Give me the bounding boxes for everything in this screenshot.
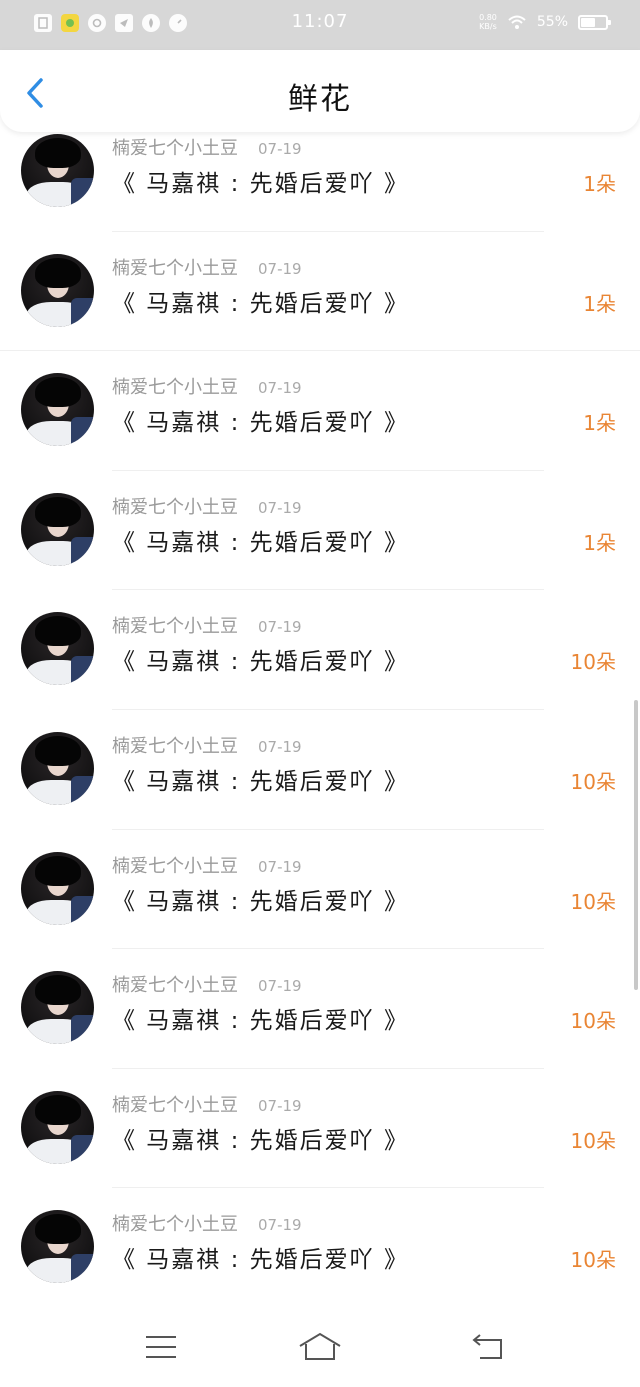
avatar[interactable] <box>21 492 94 566</box>
list-item[interactable]: 楠爱七个小土豆 07-19 《 马嘉祺 : 先婚后爱吖 》 10朵 <box>0 1069 640 1189</box>
username[interactable]: 楠爱七个小土豆 <box>112 1095 238 1116</box>
work-title[interactable]: 《 马嘉祺 : 先婚后爱吖 》 <box>112 1001 409 1035</box>
menu-icon <box>146 1336 176 1358</box>
list-item[interactable]: 楠爱七个小土豆 07-19 《 马嘉祺 : 先婚后爱吖 》 10朵 <box>0 590 640 710</box>
back-nav-button[interactable] <box>466 1329 510 1365</box>
battery-icon <box>578 14 611 30</box>
item-meta: 楠爱七个小土豆 07-19 <box>112 852 302 878</box>
wifi-icon <box>508 15 526 29</box>
item-meta: 楠爱七个小土豆 07-19 <box>112 612 302 638</box>
username[interactable]: 楠爱七个小土豆 <box>112 856 238 877</box>
avatar[interactable] <box>21 373 94 447</box>
work-title[interactable]: 《 马嘉祺 : 先婚后爱吖 》 <box>112 1121 409 1155</box>
flower-count: 10朵 <box>570 650 616 675</box>
scrollbar[interactable] <box>634 700 638 990</box>
flower-count: 10朵 <box>570 769 616 794</box>
username[interactable]: 楠爱七个小土豆 <box>112 138 238 159</box>
home-icon <box>299 1332 341 1360</box>
status-right: 0.80 KB/s 55% <box>479 13 611 31</box>
avatar[interactable] <box>21 971 94 1045</box>
flower-count: 1朵 <box>583 172 616 196</box>
list-item[interactable]: 楠爱七个小土豆 07-19 《 马嘉祺 : 先婚后爱吖 》 1朵 <box>0 351 640 471</box>
flower-count: 1朵 <box>583 411 616 436</box>
item-date: 07-19 <box>258 618 302 637</box>
username[interactable]: 楠爱七个小土豆 <box>112 975 238 996</box>
avatar[interactable] <box>21 1210 94 1284</box>
username[interactable]: 楠爱七个小土豆 <box>112 616 238 637</box>
system-nav-bar <box>0 1307 640 1387</box>
work-title[interactable]: 《 马嘉祺 : 先婚后爱吖 》 <box>112 523 409 557</box>
list-item[interactable]: 楠爱七个小土豆 07-19 《 马嘉祺 : 先婚后爱吖 》 1朵 <box>0 471 640 591</box>
username[interactable]: 楠爱七个小土豆 <box>112 258 238 279</box>
list-item[interactable]: 楠爱七个小土豆 07-19 《 马嘉祺 : 先婚后爱吖 》 1朵 <box>0 232 640 352</box>
avatar[interactable] <box>21 612 94 686</box>
avatar[interactable] <box>21 1090 94 1164</box>
battery-percent: 55% <box>536 14 568 30</box>
home-button[interactable] <box>298 1329 342 1365</box>
avatar[interactable] <box>21 134 94 207</box>
item-meta: 楠爱七个小土豆 07-19 <box>112 493 302 519</box>
list-item[interactable]: 楠爱七个小土豆 07-19 《 马嘉祺 : 先婚后爱吖 》 10朵 <box>0 1188 640 1308</box>
item-meta: 楠爱七个小土豆 07-19 <box>112 254 302 280</box>
item-meta: 楠爱七个小土豆 07-19 <box>112 732 302 758</box>
net-speed-value: 0.80 <box>479 13 497 22</box>
flower-count: 1朵 <box>583 530 616 555</box>
item-date: 07-19 <box>258 977 302 996</box>
back-arrow-icon <box>472 1334 502 1359</box>
item-date: 07-19 <box>258 1216 302 1235</box>
flower-count: 10朵 <box>570 1009 616 1034</box>
username[interactable]: 楠爱七个小土豆 <box>112 736 238 757</box>
avatar[interactable] <box>21 253 94 327</box>
item-meta: 楠爱七个小土豆 07-19 <box>112 373 302 399</box>
list-item[interactable]: 楠爱七个小土豆 07-19 《 马嘉祺 : 先婚后爱吖 》 10朵 <box>0 949 640 1069</box>
header: 鲜花 <box>0 50 640 132</box>
work-title[interactable]: 《 马嘉祺 : 先婚后爱吖 》 <box>112 164 409 198</box>
username[interactable]: 楠爱七个小土豆 <box>112 377 238 398</box>
status-bar: 11:07 0.80 KB/s 55% <box>0 0 640 50</box>
avatar[interactable] <box>21 851 94 925</box>
flower-count: 1朵 <box>583 291 616 316</box>
net-speed-unit: KB/s <box>479 22 497 31</box>
item-date: 07-19 <box>258 259 302 278</box>
work-title[interactable]: 《 马嘉祺 : 先婚后爱吖 》 <box>112 882 409 916</box>
flower-count: 10朵 <box>570 1128 616 1153</box>
page-title: 鲜花 <box>288 82 352 117</box>
username[interactable]: 楠爱七个小土豆 <box>112 1214 238 1235</box>
avatar[interactable] <box>21 731 94 805</box>
item-date: 07-19 <box>258 498 302 517</box>
menu-button[interactable] <box>139 1329 183 1365</box>
work-title[interactable]: 《 马嘉祺 : 先婚后爱吖 》 <box>112 762 409 796</box>
item-date: 07-19 <box>258 140 302 158</box>
list-item[interactable]: 楠爱七个小土豆 07-19 《 马嘉祺 : 先婚后爱吖 》 10朵 <box>0 710 640 830</box>
username[interactable]: 楠爱七个小土豆 <box>112 497 238 518</box>
work-title[interactable]: 《 马嘉祺 : 先婚后爱吖 》 <box>112 642 409 676</box>
work-title[interactable]: 《 马嘉祺 : 先婚后爱吖 》 <box>112 1240 409 1274</box>
item-date: 07-19 <box>258 379 302 398</box>
item-meta: 楠爱七个小土豆 07-19 <box>112 971 302 997</box>
item-meta: 楠爱七个小土豆 07-19 <box>112 134 302 160</box>
flower-count: 10朵 <box>570 1248 616 1273</box>
net-speed: 0.80 KB/s <box>479 13 497 31</box>
item-meta: 楠爱七个小土豆 07-19 <box>112 1210 302 1236</box>
flower-count: 10朵 <box>570 889 616 914</box>
item-date: 07-19 <box>258 857 302 876</box>
work-title[interactable]: 《 马嘉祺 : 先婚后爱吖 》 <box>112 403 409 437</box>
work-title[interactable]: 《 马嘉祺 : 先婚后爱吖 》 <box>112 284 409 318</box>
item-meta: 楠爱七个小土豆 07-19 <box>112 1091 302 1117</box>
item-date: 07-19 <box>258 1096 302 1115</box>
list-item[interactable]: 楠爱七个小土豆 07-19 《 马嘉祺 : 先婚后爱吖 》 10朵 <box>0 830 640 950</box>
item-date: 07-19 <box>258 737 302 756</box>
flower-list: 楠爱七个小土豆 07-19 《 马嘉祺 : 先婚后爱吖 》 1朵 楠爱七个小土豆 0… <box>0 112 640 1308</box>
